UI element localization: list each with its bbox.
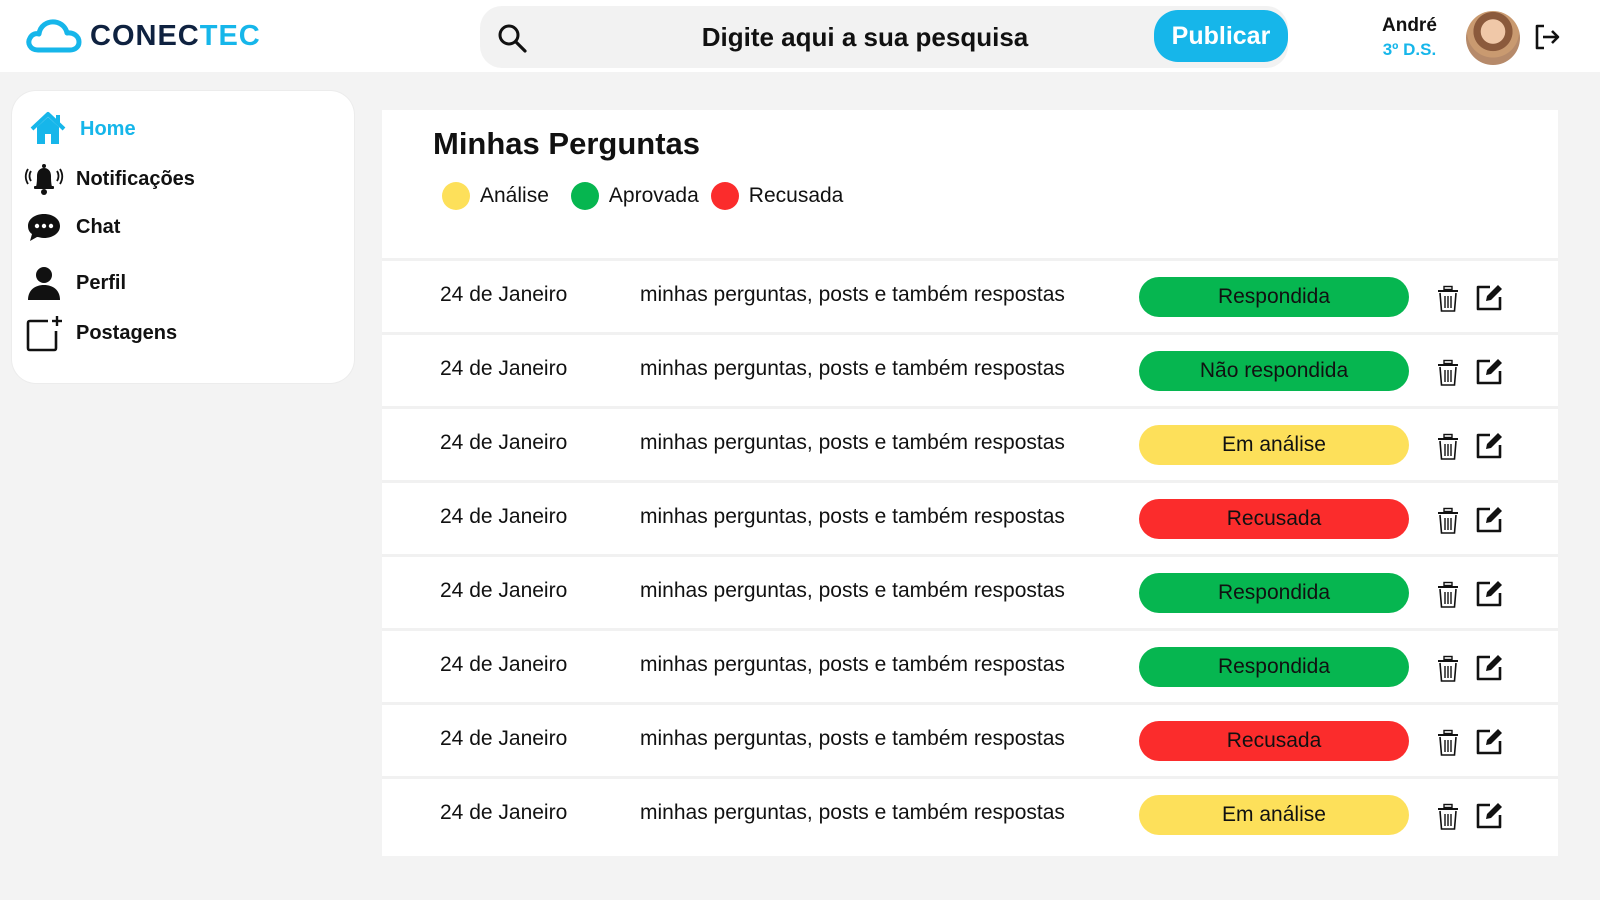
row-text: minhas perguntas, posts e também respost… [640, 431, 1065, 454]
edit-icon[interactable] [1474, 727, 1504, 757]
publish-button[interactable]: Publicar [1154, 10, 1288, 62]
trash-icon[interactable] [1436, 729, 1460, 757]
row-date: 24 de Janeiro [440, 653, 568, 676]
trash-icon[interactable] [1436, 655, 1460, 683]
user-icon [28, 267, 60, 300]
status-badge: Não respondida [1139, 351, 1409, 391]
legend-label: Análise [480, 184, 549, 207]
trash-icon[interactable] [1436, 581, 1460, 609]
user-name: André [1382, 15, 1437, 36]
edit-icon[interactable] [1474, 357, 1504, 387]
status-legend: Análise Aprovada Recusada [442, 182, 855, 210]
legend-item-analise: Análise [442, 182, 549, 210]
logo-text: CONECTEC [90, 20, 261, 53]
sidebar-item-label: Notificações [76, 167, 195, 190]
legend-item-aprovada: Aprovada [570, 182, 699, 210]
legend-dot-red [710, 182, 739, 210]
edit-icon[interactable] [1474, 579, 1504, 609]
trash-icon[interactable] [1436, 359, 1460, 387]
user-class: 3º D.S. [1382, 40, 1437, 59]
legend-item-recusada: Recusada [710, 182, 844, 210]
add-post-icon [26, 316, 62, 352]
edit-icon[interactable] [1474, 801, 1504, 831]
edit-icon[interactable] [1474, 431, 1504, 461]
page-title: Minhas Perguntas [433, 126, 700, 161]
table-row[interactable]: 24 de Janeiro minhas perguntas, posts e … [382, 406, 1558, 480]
status-badge: Em análise [1139, 425, 1409, 465]
sidebar-item-label: Chat [76, 215, 121, 238]
row-text: minhas perguntas, posts e também respost… [640, 727, 1065, 750]
chat-icon [28, 214, 60, 241]
row-text: minhas perguntas, posts e também respost… [640, 653, 1065, 676]
row-text: minhas perguntas, posts e também respost… [640, 579, 1065, 602]
edit-icon[interactable] [1474, 653, 1504, 683]
questions-panel: Minhas Perguntas Análise Aprovada Recusa… [382, 110, 1558, 856]
sidebar: Home Notificações Chat Perfil Postagens [12, 91, 354, 383]
legend-label: Aprovada [608, 184, 699, 207]
sidebar-item-home[interactable]: Home [28, 109, 136, 149]
logo-text-part1: CONEC [90, 19, 200, 52]
avatar[interactable] [1466, 11, 1520, 65]
legend-dot-yellow [442, 182, 470, 210]
trash-icon[interactable] [1436, 803, 1460, 831]
table-row[interactable]: 24 de Janeiro minhas perguntas, posts e … [382, 702, 1558, 776]
questions-list: 24 de Janeiro minhas perguntas, posts e … [382, 258, 1558, 850]
row-date: 24 de Janeiro [440, 283, 568, 306]
row-text: minhas perguntas, posts e também respost… [640, 801, 1065, 824]
sidebar-item-chat[interactable]: Chat [24, 207, 120, 247]
status-badge: Respondida [1139, 647, 1409, 687]
row-date: 24 de Janeiro [440, 579, 568, 602]
status-badge: Recusada [1139, 721, 1409, 761]
sidebar-item-label: Postagens [76, 321, 178, 344]
trash-icon[interactable] [1436, 433, 1460, 461]
legend-label: Recusada [748, 184, 844, 207]
table-row[interactable]: 24 de Janeiro minhas perguntas, posts e … [382, 480, 1558, 554]
edit-icon[interactable] [1474, 283, 1504, 313]
status-badge: Respondida [1139, 573, 1409, 613]
row-date: 24 de Janeiro [440, 505, 568, 528]
search-input[interactable] [540, 6, 1190, 68]
row-text: minhas perguntas, posts e também respost… [640, 505, 1065, 528]
logo-text-part2: TEC [199, 19, 261, 52]
row-text: minhas perguntas, posts e também respost… [640, 357, 1065, 380]
row-date: 24 de Janeiro [440, 727, 568, 750]
trash-icon[interactable] [1436, 285, 1460, 313]
search-bar: Publicar [480, 6, 1288, 68]
row-text: minhas perguntas, posts e também respost… [640, 283, 1065, 306]
row-date: 24 de Janeiro [440, 801, 568, 824]
top-header: CONECTEC Publicar André 3º D.S. [0, 0, 1600, 72]
status-badge: Recusada [1139, 499, 1409, 539]
home-icon [30, 112, 66, 144]
edit-icon[interactable] [1474, 505, 1504, 535]
table-row[interactable]: 24 de Janeiro minhas perguntas, posts e … [382, 258, 1558, 332]
sidebar-item-notificacoes[interactable]: Notificações [24, 159, 195, 199]
sidebar-item-label: Home [80, 117, 136, 140]
search-icon[interactable] [496, 22, 528, 54]
user-info: André 3º D.S. [1382, 14, 1437, 62]
table-row[interactable]: 24 de Janeiro minhas perguntas, posts e … [382, 628, 1558, 702]
status-badge: Respondida [1139, 277, 1409, 317]
table-row[interactable]: 24 de Janeiro minhas perguntas, posts e … [382, 554, 1558, 628]
table-row[interactable]: 24 de Janeiro minhas perguntas, posts e … [382, 776, 1558, 850]
table-row[interactable]: 24 de Janeiro minhas perguntas, posts e … [382, 332, 1558, 406]
row-date: 24 de Janeiro [440, 357, 568, 380]
legend-dot-green [570, 182, 599, 210]
status-badge: Em análise [1139, 795, 1409, 835]
bell-icon [24, 164, 64, 195]
trash-icon[interactable] [1436, 507, 1460, 535]
sidebar-item-postagens[interactable]: Postagens [24, 313, 177, 353]
sidebar-item-label: Perfil [76, 271, 127, 294]
logout-icon[interactable] [1532, 22, 1562, 52]
app-logo[interactable]: CONECTEC [24, 16, 261, 56]
cloud-icon [26, 19, 82, 53]
sidebar-item-perfil[interactable]: Perfil [24, 263, 126, 303]
row-date: 24 de Janeiro [440, 431, 568, 454]
